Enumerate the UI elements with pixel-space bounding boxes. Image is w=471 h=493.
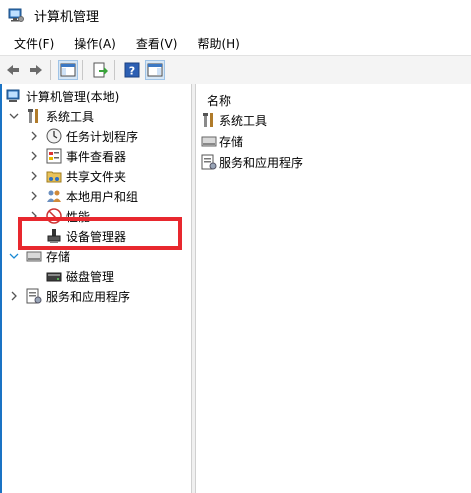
properties-button[interactable] xyxy=(145,60,165,80)
toolbar-separator xyxy=(114,60,115,80)
forward-button[interactable] xyxy=(26,60,46,80)
tools-icon xyxy=(201,112,217,128)
tree-label: 系统工具 xyxy=(46,109,95,124)
title-bar: 计算机管理 xyxy=(0,0,471,30)
chevron-right-icon[interactable] xyxy=(8,290,20,302)
chevron-right-icon[interactable] xyxy=(28,130,40,142)
clock-icon xyxy=(46,128,62,144)
chevron-right-icon[interactable] xyxy=(28,190,40,202)
tree-label: 共享文件夹 xyxy=(66,169,127,184)
forward-arrow-icon xyxy=(30,65,42,75)
back-button[interactable] xyxy=(3,60,23,80)
disk-icon xyxy=(46,268,62,284)
tree-item-event-viewer[interactable]: 事件查看器 xyxy=(28,146,126,166)
computer-management-icon xyxy=(8,7,24,23)
chevron-right-icon[interactable] xyxy=(28,150,40,162)
event-viewer-icon xyxy=(46,148,62,164)
menu-file[interactable]: 文件(F) xyxy=(12,35,56,52)
tree-label: 磁盘管理 xyxy=(66,269,115,284)
menu-view[interactable]: 查看(V) xyxy=(134,35,180,52)
services-icon xyxy=(201,154,217,170)
tree-label: 存储 xyxy=(46,249,71,264)
help-button[interactable]: ? xyxy=(122,60,142,80)
highlight-annotation xyxy=(18,217,182,250)
list-item[interactable]: 存储 xyxy=(201,131,243,151)
tree-item-disk-management[interactable]: 磁盘管理 xyxy=(46,266,114,286)
toolbar: ? xyxy=(0,55,471,85)
toolbar-separator xyxy=(82,60,83,80)
properties-icon xyxy=(147,63,163,77)
export-list-icon xyxy=(93,62,108,78)
help-icon: ? xyxy=(124,62,140,78)
menu-action[interactable]: 操作(A) xyxy=(72,35,118,52)
tree-label: 事件查看器 xyxy=(66,149,127,164)
list-item-label: 系统工具 xyxy=(219,113,268,128)
show-hide-tree-icon xyxy=(60,63,76,77)
column-header-name[interactable]: 名称 xyxy=(207,92,231,109)
list-item[interactable]: 系统工具 xyxy=(201,110,267,130)
chevron-right-icon[interactable] xyxy=(28,170,40,182)
tree-item-shared-folders[interactable]: 共享文件夹 xyxy=(28,166,126,186)
storage-icon xyxy=(26,248,42,264)
export-list-button[interactable] xyxy=(90,60,110,80)
list-item-label: 存储 xyxy=(219,134,244,149)
list-item[interactable]: 服务和应用程序 xyxy=(201,152,303,172)
menu-bar: 文件(F) 操作(A) 查看(V) 帮助(H) xyxy=(0,32,471,54)
tree-item-task-scheduler[interactable]: 任务计划程序 xyxy=(28,126,138,146)
back-arrow-icon xyxy=(7,65,19,75)
tree-label: 任务计划程序 xyxy=(66,129,139,144)
tools-icon xyxy=(26,108,42,124)
tree-label: 本地用户和组 xyxy=(66,189,139,204)
chevron-down-icon[interactable] xyxy=(8,110,20,122)
tree-item-services-apps[interactable]: 服务和应用程序 xyxy=(8,286,130,306)
tree-item-system-tools[interactable]: 系统工具 xyxy=(8,106,94,126)
tree-label: 计算机管理(本地) xyxy=(26,89,120,104)
svg-text:?: ? xyxy=(129,65,135,78)
chevron-down-icon[interactable] xyxy=(8,250,20,262)
window-title: 计算机管理 xyxy=(34,9,100,25)
services-icon xyxy=(26,288,42,304)
computer-management-icon xyxy=(6,88,22,104)
tree-item-root[interactable]: 计算机管理(本地) xyxy=(6,86,119,106)
toolbar-separator xyxy=(50,60,51,80)
tree-label: 服务和应用程序 xyxy=(46,289,131,304)
show-hide-tree-button[interactable] xyxy=(58,60,78,80)
menu-help[interactable]: 帮助(H) xyxy=(195,35,241,52)
window-edge xyxy=(0,84,2,493)
storage-icon xyxy=(201,133,217,149)
list-item-label: 服务和应用程序 xyxy=(219,155,304,170)
tree-item-local-users[interactable]: 本地用户和组 xyxy=(28,186,138,206)
users-icon xyxy=(46,188,62,204)
shared-folder-icon xyxy=(46,168,62,184)
